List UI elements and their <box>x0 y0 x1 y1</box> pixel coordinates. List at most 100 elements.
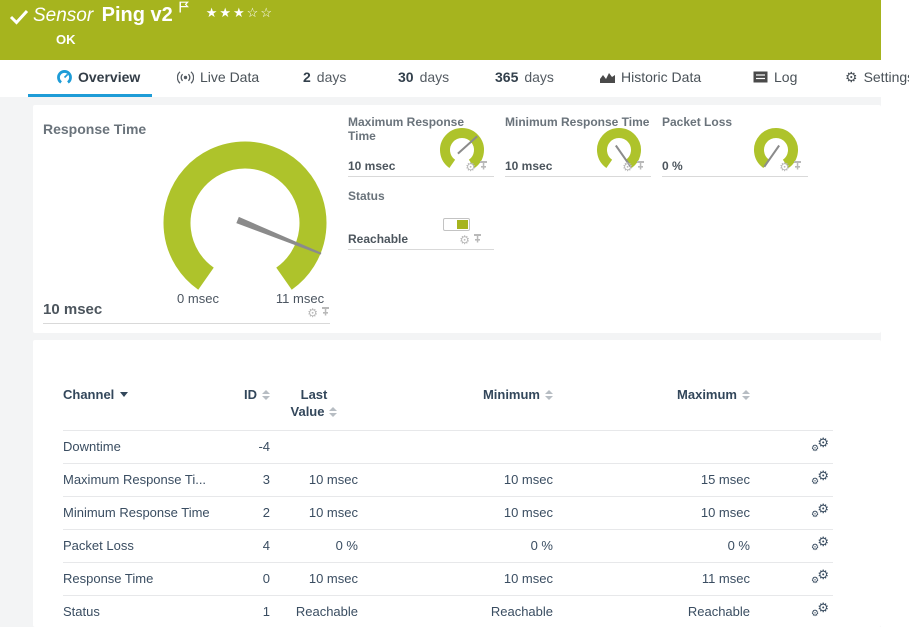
tab-live-data[interactable]: Live Data <box>177 69 259 85</box>
channel-minimum: 0 % <box>358 529 553 562</box>
tab-overview[interactable]: Overview <box>57 69 140 85</box>
tab-historic-data[interactable]: Historic Data <box>600 69 701 85</box>
column-header-channel[interactable]: Channel <box>63 386 218 430</box>
column-header-settings <box>750 386 833 430</box>
flag-icon[interactable] <box>179 1 189 13</box>
gauge-value: 10 msec <box>43 301 102 318</box>
priority-stars[interactable]: ★★★☆☆ <box>206 5 274 20</box>
channel-name: Minimum Response Time <box>63 496 218 529</box>
channel-last-value: 0 % <box>270 529 358 562</box>
channel-id: 2 <box>218 496 270 529</box>
channel-id: 3 <box>218 463 270 496</box>
channel-settings-icon[interactable]: ⚙⚙ <box>811 602 829 618</box>
channel-last-value: 10 msec <box>270 463 358 496</box>
column-header-last-value[interactable]: Last Value <box>270 386 358 430</box>
channel-minimum: Reachable <box>358 595 553 627</box>
channel-id: 0 <box>218 562 270 595</box>
channel-settings-icon[interactable]: ⚙⚙ <box>811 569 829 585</box>
channel-name: Maximum Response Ti... <box>63 463 218 496</box>
channel-minimum <box>358 430 553 463</box>
response-time-gauge: Response Time 0 msec 11 msec 10 msec ⚙ <box>43 113 330 324</box>
minimum-response-time-gauge: Minimum Response Time 10 msec ⚙ <box>505 115 651 177</box>
channel-name: Downtime <box>63 430 218 463</box>
channel-maximum <box>553 430 750 463</box>
gauge-value: 10 msec <box>348 159 395 173</box>
gauge-title: Status <box>348 189 385 203</box>
gauge-scale-max: 11 msec <box>265 291 335 306</box>
pin-icon[interactable] <box>473 234 482 246</box>
gauge-scale-min: 0 msec <box>163 291 233 306</box>
table-row: Downtime -4 ⚙⚙ <box>63 430 833 463</box>
area-chart-icon <box>600 71 615 83</box>
channel-settings-icon[interactable]: ⚙⚙ <box>811 503 829 519</box>
pin-icon[interactable] <box>793 161 802 173</box>
tab-365-days[interactable]: 365 days <box>495 69 554 85</box>
channel-settings-icon[interactable]: ⚙⚙ <box>811 437 829 453</box>
tab-log[interactable]: Log <box>753 69 797 85</box>
channel-maximum: 10 msec <box>553 496 750 529</box>
status-toggle-knob <box>457 220 468 229</box>
gauges-panel: Response Time 0 msec 11 msec 10 msec ⚙ M… <box>33 105 881 333</box>
gauge-dial <box>155 135 335 305</box>
gear-icon[interactable]: ⚙ <box>779 161 790 173</box>
channel-maximum: 15 msec <box>553 463 750 496</box>
sensor-header: Sensor Ping v2 ★★★☆☆ OK <box>0 0 881 60</box>
sort-icon <box>329 407 337 417</box>
channel-settings-icon[interactable]: ⚙⚙ <box>811 536 829 552</box>
pin-icon[interactable] <box>636 161 645 173</box>
status-gauge: Status Reachable ⚙ <box>348 189 494 250</box>
tab-settings[interactable]: ⚙ Settings <box>845 69 909 85</box>
gear-icon[interactable]: ⚙ <box>307 307 318 319</box>
channel-minimum: 10 msec <box>358 562 553 595</box>
channels-panel: Channel ID Last Value Minimum <box>33 340 881 627</box>
table-row: Maximum Response Ti... 3 10 msec 10 msec… <box>63 463 833 496</box>
table-row: Minimum Response Time 2 10 msec 10 msec … <box>63 496 833 529</box>
sensor-status-text: OK <box>56 32 76 47</box>
channel-minimum: 10 msec <box>358 496 553 529</box>
column-header-maximum[interactable]: Maximum <box>553 386 750 430</box>
channel-settings-icon[interactable]: ⚙⚙ <box>811 470 829 486</box>
table-row: Status 1 Reachable Reachable Reachable ⚙… <box>63 595 833 627</box>
tab-bar: Overview Live Data 2 days 30 days 365 da… <box>0 60 909 97</box>
sort-icon <box>742 390 750 400</box>
column-header-minimum[interactable]: Minimum <box>358 386 553 430</box>
channel-last-value: 10 msec <box>270 562 358 595</box>
maximum-response-time-gauge: Maximum Response Time 10 msec ⚙ <box>348 115 494 177</box>
channel-id: 1 <box>218 595 270 627</box>
prtg-sensor-page: Sensor Ping v2 ★★★☆☆ OK Overview <box>0 0 909 627</box>
channel-maximum: Reachable <box>553 595 750 627</box>
tab-2-days[interactable]: 2 days <box>303 69 346 85</box>
gear-icon[interactable]: ⚙ <box>622 161 633 173</box>
channel-name: Status <box>63 595 218 627</box>
column-header-id[interactable]: ID <box>218 386 270 430</box>
packet-loss-gauge: Packet Loss 0 % ⚙ <box>662 115 808 177</box>
gauge-value: 10 msec <box>505 159 552 173</box>
channel-maximum: 0 % <box>553 529 750 562</box>
gauge-icon <box>57 70 72 85</box>
sort-desc-icon <box>120 392 128 397</box>
content-area: Response Time 0 msec 11 msec 10 msec ⚙ M… <box>0 97 881 627</box>
gear-icon[interactable]: ⚙ <box>459 234 470 246</box>
pin-icon[interactable] <box>479 161 488 173</box>
gauge-title: Response Time <box>43 121 146 137</box>
gauge-value: 0 % <box>662 159 683 173</box>
channel-minimum: 10 msec <box>358 463 553 496</box>
channel-name: Response Time <box>63 562 218 595</box>
channel-id: 4 <box>218 529 270 562</box>
gear-icon[interactable]: ⚙ <box>465 161 476 173</box>
sort-icon <box>545 390 553 400</box>
sort-icon <box>262 390 270 400</box>
channel-table: Channel ID Last Value Minimum <box>63 386 833 627</box>
pin-icon[interactable] <box>321 307 330 319</box>
gear-icon: ⚙ <box>845 70 858 84</box>
channel-maximum: 11 msec <box>553 562 750 595</box>
channel-last-value: Reachable <box>270 595 358 627</box>
channel-last-value <box>270 430 358 463</box>
object-type-label: Sensor <box>33 5 93 26</box>
gauge-title: Packet Loss <box>662 115 732 129</box>
sensor-title: Sensor Ping v2 ★★★☆☆ <box>33 4 274 27</box>
table-row: Response Time 0 10 msec 10 msec 11 msec … <box>63 562 833 595</box>
tab-30-days[interactable]: 30 days <box>398 69 449 85</box>
log-list-icon <box>753 71 768 83</box>
gauge-value: Reachable <box>348 232 408 246</box>
